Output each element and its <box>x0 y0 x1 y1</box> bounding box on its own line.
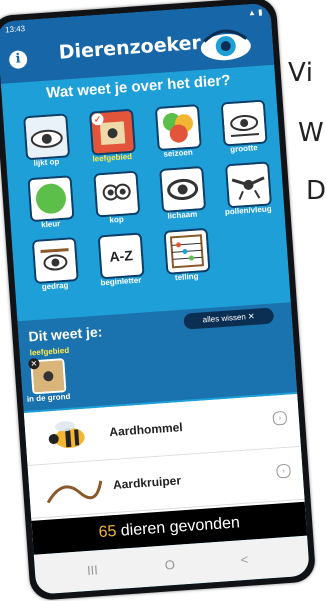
side-text-line-3: D <box>306 176 326 206</box>
tile-label: telling <box>174 271 199 283</box>
tile-kop[interactable]: kop <box>83 170 147 234</box>
tile-pollen-vleug[interactable]: pollen/vleug <box>215 161 279 225</box>
status-time: 13:43 <box>4 24 26 35</box>
behavior-icon <box>33 239 77 282</box>
info-button[interactable]: i <box>8 50 28 70</box>
worm-icon <box>46 480 103 504</box>
tile-label: kop <box>109 214 124 225</box>
known-tag-label: leefgebied <box>29 345 70 358</box>
tile-label: gedrag <box>41 280 69 292</box>
body-icon <box>161 168 204 211</box>
eye-icon <box>25 115 68 159</box>
tile-label: kleur <box>40 219 61 230</box>
abacus-icon <box>165 229 209 273</box>
tile-label: seizoen <box>163 147 194 159</box>
phone-screen: 13:43 ▲ ▮ i Dierenzoeker Wat weet je ove… <box>0 2 310 595</box>
app-title: Dierenzoeker <box>58 31 202 64</box>
back-button[interactable]: < <box>240 552 249 567</box>
tile-grootte[interactable]: grootte <box>211 99 275 163</box>
side-text-line-1: Vi <box>288 58 314 88</box>
clear-all-button[interactable]: alles wissen ✕ <box>183 307 275 330</box>
season-icon <box>156 106 200 149</box>
animal-name: Aardhommel <box>108 420 184 440</box>
tile-label: lichaam <box>167 209 198 221</box>
tile-telling[interactable]: telling <box>154 227 218 291</box>
status-icons: ▲ ▮ <box>247 7 263 18</box>
criteria-grid: lijkt op ✓ leefgebied seizoen grootte kl… <box>13 99 272 292</box>
bumblebee-icon <box>48 421 85 448</box>
az-icon: A-Z <box>108 247 134 265</box>
animal-name: Aardkruiper <box>112 473 182 493</box>
tile-lichaam[interactable]: lichaam <box>149 165 213 230</box>
wings-icon <box>227 163 270 207</box>
tile-seizoen[interactable]: seizoen <box>145 104 209 168</box>
home-button[interactable]: O <box>164 557 175 573</box>
head-icon <box>95 172 139 216</box>
tile-beginletter[interactable]: A-Z beginletter <box>88 232 152 296</box>
tile-kleur[interactable]: kleur <box>18 175 82 239</box>
tile-label: lijkt op <box>33 157 60 168</box>
known-item-label: in de grond <box>26 391 71 404</box>
recent-apps-button[interactable]: III <box>86 562 98 578</box>
chevron-right-icon: › <box>272 410 288 426</box>
known-title: Dit weet je: <box>27 323 103 345</box>
found-text: dieren gevonden <box>120 514 241 540</box>
eye-logo-icon <box>200 29 251 61</box>
chevron-right-icon: › <box>276 463 292 479</box>
tile-gedrag[interactable]: gedrag <box>22 237 86 301</box>
found-count: 65 <box>98 522 117 542</box>
tile-label: pollen/vleug <box>224 204 272 217</box>
tile-label: grootte <box>229 143 259 155</box>
tile-label: beginletter <box>100 275 142 288</box>
known-criteria-panel: Dit weet je: alles wissen ✕ leefgebied ✕… <box>17 302 298 412</box>
side-text-line-2: W <box>298 118 325 148</box>
tile-lijkt-op[interactable]: lijkt op <box>13 113 77 177</box>
known-item-tile[interactable]: ✕ <box>28 357 67 395</box>
color-icon <box>29 177 73 221</box>
phone-frame: 13:43 ▲ ▮ i Dierenzoeker Wat weet je ove… <box>0 0 317 601</box>
size-icon <box>222 101 266 145</box>
tile-leefgebied[interactable]: ✓ leefgebied <box>79 108 143 172</box>
tile-label: leefgebied <box>92 151 133 164</box>
